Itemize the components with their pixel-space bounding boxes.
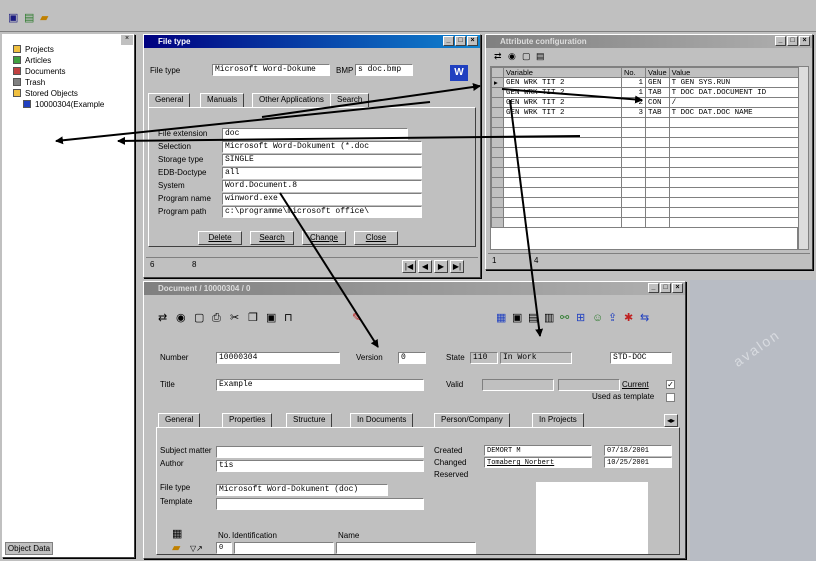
annotation-arrow bbox=[509, 99, 544, 337]
annotation-arrows bbox=[55, 83, 643, 348]
annotation-arrow bbox=[279, 192, 379, 348]
annotation-arrow bbox=[261, 83, 481, 118]
annotation-arrow bbox=[501, 88, 643, 104]
annotation-arrow bbox=[55, 101, 431, 145]
annotation-arrow bbox=[117, 135, 581, 145]
